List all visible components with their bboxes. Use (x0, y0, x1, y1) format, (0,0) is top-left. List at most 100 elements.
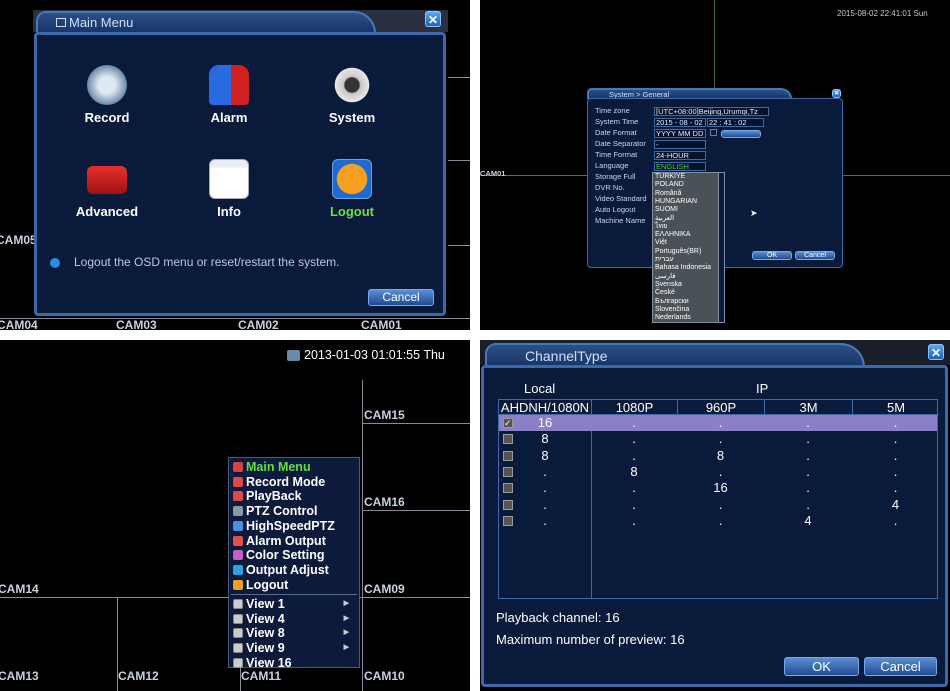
date-separator-select[interactable]: - (654, 140, 706, 149)
mouse-cursor-icon: ➤ (750, 208, 758, 218)
language-option[interactable]: Nederlands (655, 314, 691, 322)
context-menu-item-ptz-control[interactable]: PTZ Control (233, 504, 318, 519)
language-dropdown[interactable]: TURKIYE POLAND Română HUNGARIAN SUOMI العربية… (652, 172, 725, 323)
context-menu-item-view-1[interactable]: View 1 ▶ (233, 597, 357, 612)
table-cell: . (543, 496, 547, 512)
language-option[interactable]: SUOMI (655, 206, 678, 214)
camera-label: CAM04 (0, 318, 38, 330)
close-button[interactable]: ✕ (425, 11, 441, 27)
context-menu-item-record-mode[interactable]: Record Mode (233, 475, 325, 490)
language-option[interactable]: ΕΛΛΗΝΙΚΑ (655, 231, 690, 239)
table-row[interactable]: 8. 8.. (499, 448, 937, 464)
system-date-field[interactable]: 2015 - 08 - 02 (654, 118, 706, 127)
language-option[interactable]: ไทย (655, 223, 667, 231)
language-option[interactable]: HUNGARIAN (655, 198, 697, 206)
close-button[interactable]: ✕ (928, 344, 944, 360)
dropdown-scrollbar[interactable] (718, 173, 724, 322)
table-row[interactable]: 8.... (499, 431, 937, 447)
hint-text: Logout the OSD menu or reset/restart the… (74, 255, 340, 269)
grid-layout-icon (233, 613, 243, 624)
menu-item-label: Alarm (210, 110, 248, 125)
language-option[interactable]: Svenska (655, 281, 682, 289)
table-row[interactable]: .... 4 (499, 497, 937, 513)
language-select[interactable]: ENGLISH (654, 162, 706, 171)
cancel-button[interactable]: Cancel (795, 251, 835, 260)
ok-button[interactable]: OK (752, 251, 792, 260)
language-option[interactable]: العربية (655, 215, 674, 223)
gear-icon (332, 65, 372, 105)
time-zone-label: Time zone (595, 106, 630, 115)
menu-item-alarm[interactable]: Alarm (179, 65, 279, 125)
context-menu-item-playback[interactable]: PlayBack (233, 489, 302, 504)
camera-label: CAM02 (238, 318, 279, 330)
cancel-button[interactable]: Cancel (864, 657, 937, 676)
cancel-button[interactable]: Cancel (368, 289, 434, 306)
system-time-field[interactable]: 22 : 41 : 02 (707, 118, 764, 127)
menu-item-label: View 1 (246, 597, 285, 611)
language-option[interactable]: Български (655, 298, 689, 306)
table-row[interactable]: ... 4. (499, 513, 937, 529)
hdd-icon (287, 350, 300, 361)
camera-label: CAM16 (364, 495, 405, 509)
date-format-select[interactable]: YYYY MM DD (654, 129, 706, 138)
time-format-select[interactable]: 24-HOUR (654, 151, 706, 160)
context-menu-item-alarm-output[interactable]: Alarm Output (233, 534, 326, 549)
language-option[interactable]: POLAND (655, 181, 684, 189)
language-option[interactable]: TURKIYE (655, 173, 685, 181)
local-group-label: Local (524, 381, 556, 396)
language-option[interactable]: فارسی (655, 273, 676, 281)
column-header: 960P (677, 400, 764, 415)
dst-checkbox[interactable] (710, 129, 717, 136)
context-menu-item-view-9[interactable]: View 9 ▶ (233, 641, 357, 656)
table-cell: . (632, 415, 636, 430)
playback-channel-text: Playback channel: 16 (496, 610, 620, 625)
context-menu-item-view-4[interactable]: View 4 ▶ (233, 612, 357, 627)
main-menu-icon (233, 462, 243, 472)
menu-item-record[interactable]: Record (57, 65, 157, 125)
language-option[interactable]: Việt (655, 239, 667, 247)
context-menu-item-logout[interactable]: Logout (233, 578, 288, 593)
menu-item-logout[interactable]: Logout (302, 159, 402, 219)
ptz-camera-icon (233, 506, 243, 517)
grid-layout-icon (233, 599, 243, 609)
camera-label: CAM14 (0, 582, 39, 596)
close-button[interactable]: ✕ (832, 89, 841, 98)
auto-logout-label: Auto Logout (595, 205, 636, 214)
table-cell: 16 (537, 415, 553, 430)
menu-item-info[interactable]: Info (179, 159, 279, 219)
table-cell: . (806, 431, 810, 447)
language-option[interactable]: Slovenčina (655, 306, 689, 314)
table-row[interactable]: . 8... (499, 464, 937, 480)
table-cell: . (893, 447, 898, 463)
table-cell: . (543, 463, 547, 479)
table-row[interactable]: .. 16.. (499, 480, 937, 496)
table-cell: 8 (630, 463, 638, 479)
menu-item-label: Main Menu (246, 460, 311, 474)
language-option[interactable]: עברית (655, 256, 674, 264)
table-cell: . (893, 415, 898, 430)
menu-item-label: Color Setting (246, 548, 325, 563)
time-zone-select[interactable]: [UTC+08:00]Beijing,Urumqi,Tz (654, 107, 769, 116)
menu-item-advanced[interactable]: Advanced (57, 166, 157, 219)
context-menu-item-color-setting[interactable]: Color Setting (233, 548, 324, 563)
channel-type-dialog: Local IP AHDNH/1080N 1080P 960P 3M 5M ✓ 16...… (481, 365, 948, 687)
menu-item-system[interactable]: System (302, 65, 402, 125)
context-menu-item-highspeedptz[interactable]: HighSpeedPTZ (233, 519, 335, 534)
language-option[interactable]: České (655, 289, 675, 297)
language-option[interactable]: Română (655, 190, 681, 198)
camera-label: CAM11 (241, 669, 282, 683)
time-format-label: Time Format (595, 150, 638, 159)
context-menu-item-view-8[interactable]: View 8 ▶ (233, 626, 357, 641)
context-menu-item-output-adjust[interactable]: Output Adjust (233, 563, 329, 578)
context-menu-item-main-menu[interactable]: Main Menu (233, 460, 311, 475)
machine-name-label: Machine Name (595, 216, 646, 225)
language-option[interactable]: Português(BR) (655, 248, 701, 256)
language-option[interactable]: Bahasa Indonesia (655, 264, 711, 272)
ok-button[interactable]: OK (784, 657, 859, 676)
table-cell: 4 (804, 512, 812, 528)
table-row[interactable]: ✓ 16.... (499, 415, 937, 431)
camera-label: CAM12 (118, 669, 159, 683)
dst-button[interactable] (721, 130, 761, 138)
main-menu-screen: CAM05 CAM04 CAM03 CAM02 CAM01 Main Menu … (0, 0, 470, 330)
context-menu-item-view-16[interactable]: View 16 (233, 656, 357, 671)
